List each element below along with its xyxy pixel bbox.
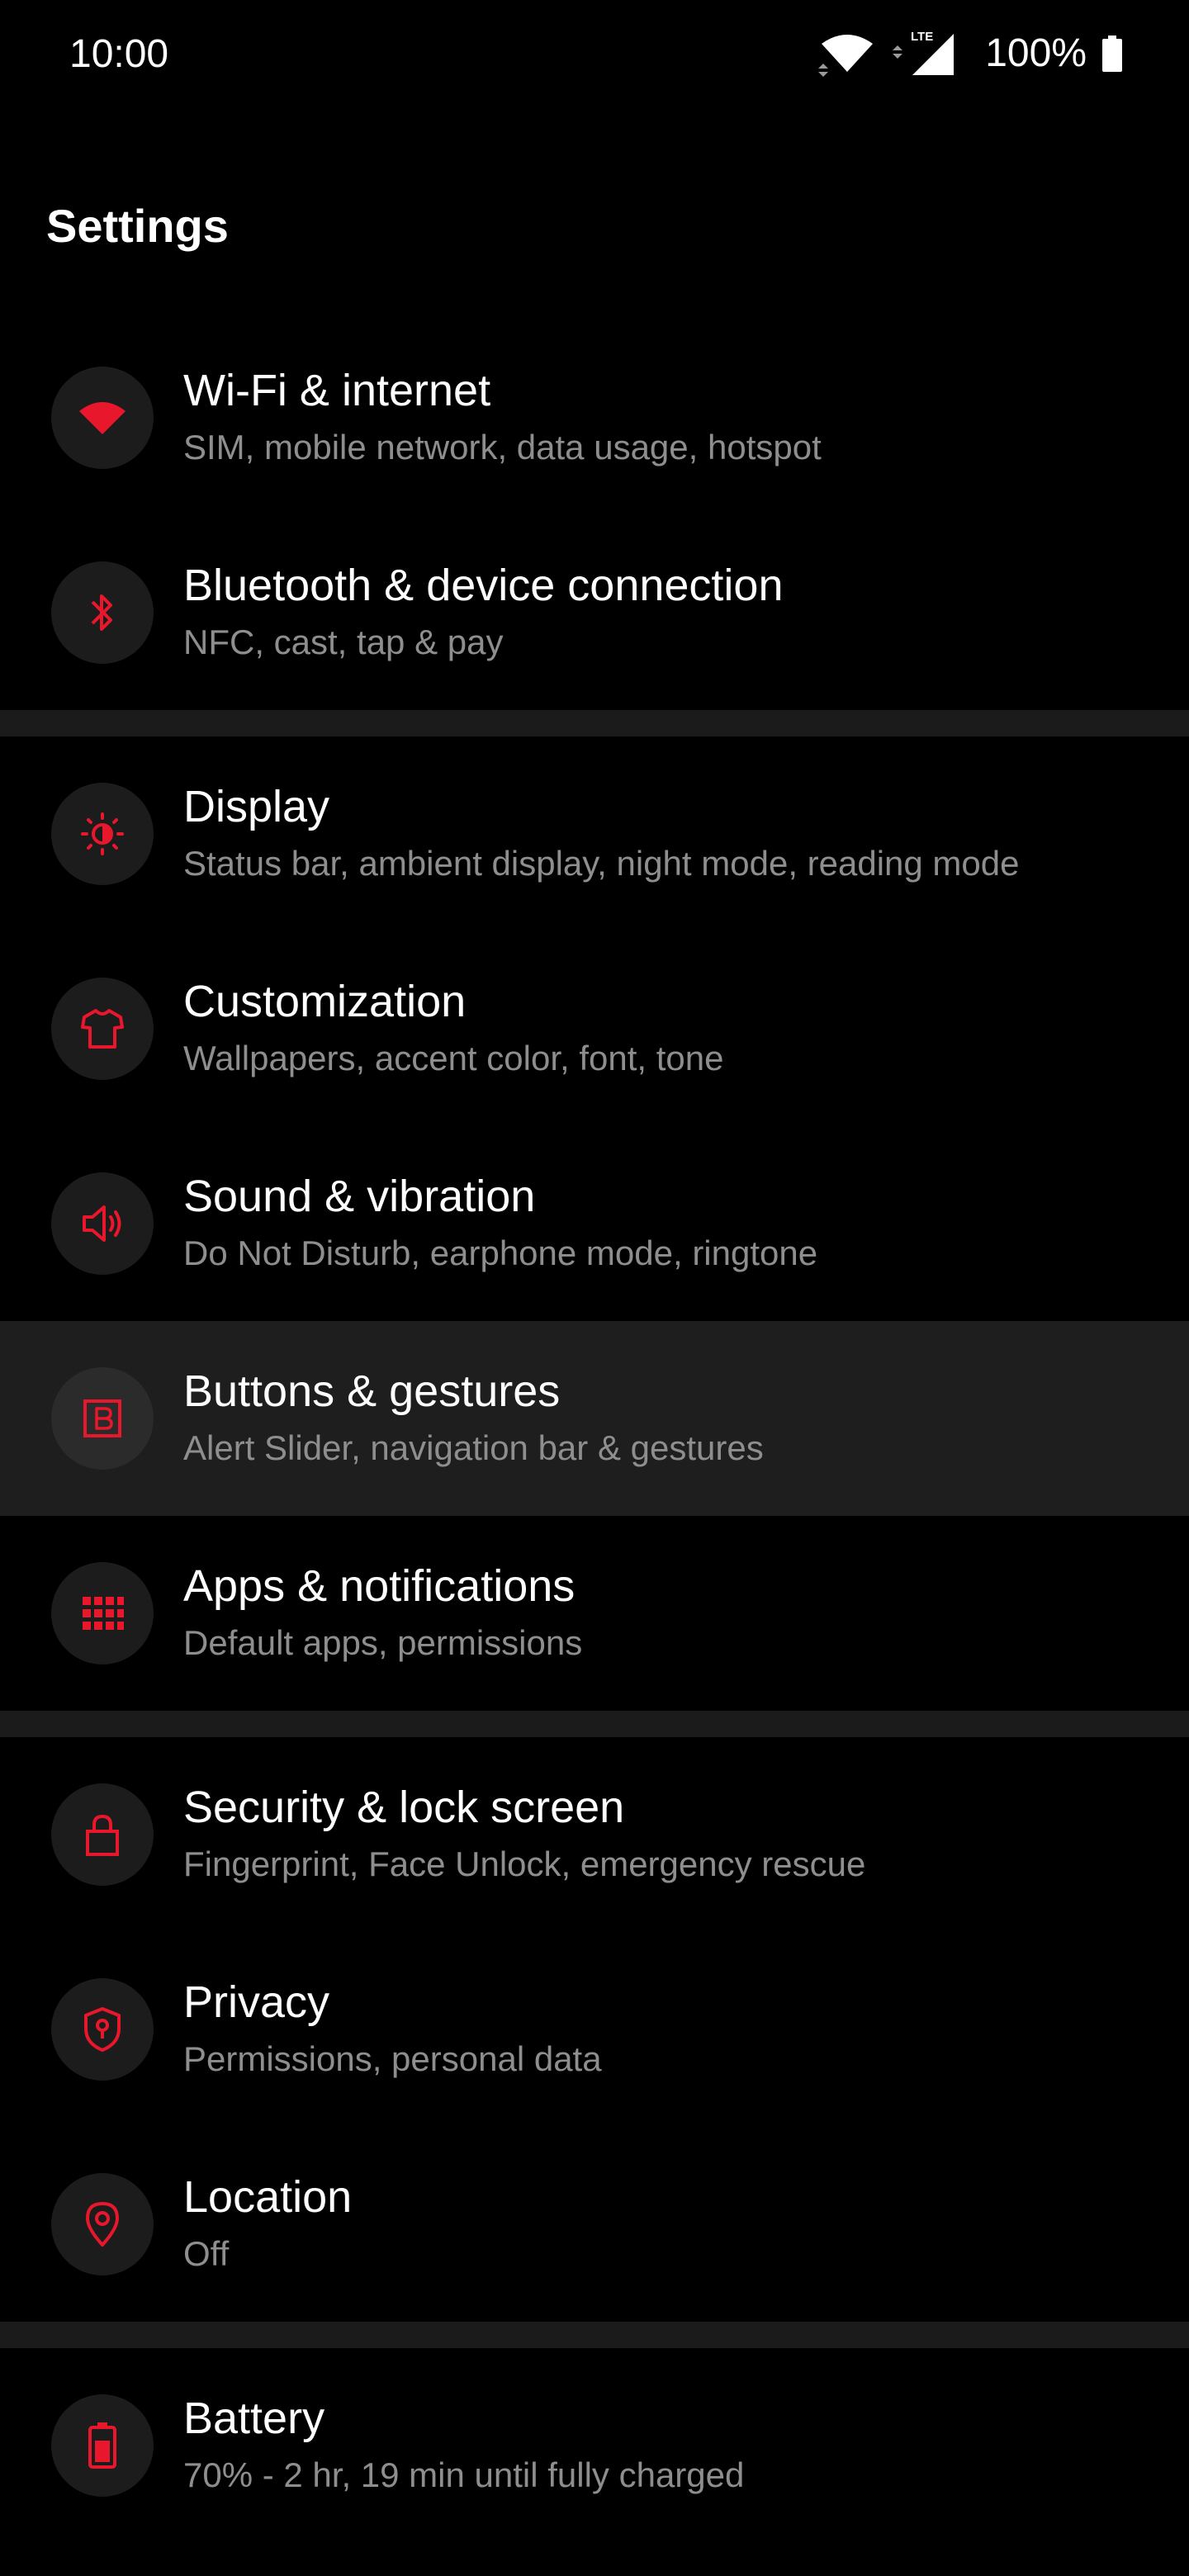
setting-title: Bluetooth & device connection xyxy=(183,561,784,610)
status-icons: LTE 100% xyxy=(818,28,1123,79)
setting-subtitle: Fingerprint, Face Unlock, emergency resc… xyxy=(183,1844,866,1883)
battery-icon xyxy=(1102,36,1122,72)
section-divider xyxy=(0,710,1189,736)
wifi-icon xyxy=(818,35,874,77)
mobile-signal-icon: LTE xyxy=(893,30,955,75)
bluetooth-icon xyxy=(51,561,154,664)
settings-list: Wi-Fi & internet SIM, mobile network, da… xyxy=(0,320,1189,2543)
battery-percent: 100% xyxy=(985,31,1087,75)
setting-title: Wi-Fi & internet xyxy=(183,366,491,415)
privacy-shield-icon xyxy=(51,1978,154,2081)
setting-subtitle: Alert Slider, navigation bar & gestures xyxy=(183,1428,764,1467)
setting-title: Location xyxy=(183,2172,353,2222)
battery-charging-icon xyxy=(51,2394,154,2497)
brightness-icon xyxy=(51,783,154,885)
setting-battery[interactable]: Battery 70% - 2 hr, 19 min until fully c… xyxy=(0,2348,1189,2543)
setting-security-lock-screen[interactable]: Security & lock screen Fingerprint, Face… xyxy=(0,1737,1189,1932)
setting-subtitle: 70% - 2 hr, 19 min until fully charged xyxy=(183,2455,745,2494)
setting-title: Privacy xyxy=(183,1977,330,2027)
page-title: Settings xyxy=(46,200,229,252)
setting-subtitle: Wallpapers, accent color, font, tone xyxy=(183,1039,724,1077)
setting-customization[interactable]: Customization Wallpapers, accent color, … xyxy=(0,931,1189,1126)
setting-apps-notifications[interactable]: Apps & notifications Default apps, permi… xyxy=(0,1516,1189,1711)
setting-title: Customization xyxy=(183,977,467,1026)
status-bar: 10:00 LTE 100% xyxy=(0,0,1189,107)
setting-title: Security & lock screen xyxy=(183,1783,625,1832)
setting-location[interactable]: Location Off xyxy=(0,2127,1189,2322)
button-b-icon xyxy=(51,1367,154,1470)
setting-subtitle: Permissions, personal data xyxy=(183,2039,602,2078)
wifi-icon xyxy=(51,367,154,469)
setting-subtitle: NFC, cast, tap & pay xyxy=(183,623,504,661)
setting-title: Buttons & gestures xyxy=(183,1366,561,1416)
lock-icon xyxy=(51,1783,154,1886)
apps-grid-icon xyxy=(51,1562,154,1664)
setting-subtitle: Off xyxy=(183,2234,230,2273)
setting-subtitle: Status bar, ambient display, night mode,… xyxy=(183,844,1020,883)
speaker-icon xyxy=(51,1172,154,1275)
section-divider xyxy=(0,1711,1189,1737)
section-divider xyxy=(0,2322,1189,2348)
setting-privacy[interactable]: Privacy Permissions, personal data xyxy=(0,1932,1189,2127)
setting-buttons-gestures[interactable]: Buttons & gestures Alert Slider, navigat… xyxy=(0,1321,1189,1516)
setting-subtitle: Do Not Disturb, earphone mode, ringtone xyxy=(183,1234,818,1272)
setting-bluetooth[interactable]: Bluetooth & device connection NFC, cast,… xyxy=(0,515,1189,710)
setting-subtitle: Default apps, permissions xyxy=(183,1623,583,1662)
tshirt-icon xyxy=(51,978,154,1080)
setting-title: Battery xyxy=(183,2394,325,2443)
network-type-label: LTE xyxy=(911,30,933,44)
setting-display[interactable]: Display Status bar, ambient display, nig… xyxy=(0,736,1189,931)
status-time: 10:00 xyxy=(69,32,169,76)
setting-wifi-internet[interactable]: Wi-Fi & internet SIM, mobile network, da… xyxy=(0,320,1189,515)
setting-title: Sound & vibration xyxy=(183,1172,536,1221)
setting-sound-vibration[interactable]: Sound & vibration Do Not Disturb, earpho… xyxy=(0,1126,1189,1321)
setting-subtitle: SIM, mobile network, data usage, hotspot xyxy=(183,428,822,466)
location-pin-icon xyxy=(51,2173,154,2275)
setting-title: Display xyxy=(183,782,330,831)
setting-title: Apps & notifications xyxy=(183,1561,576,1611)
